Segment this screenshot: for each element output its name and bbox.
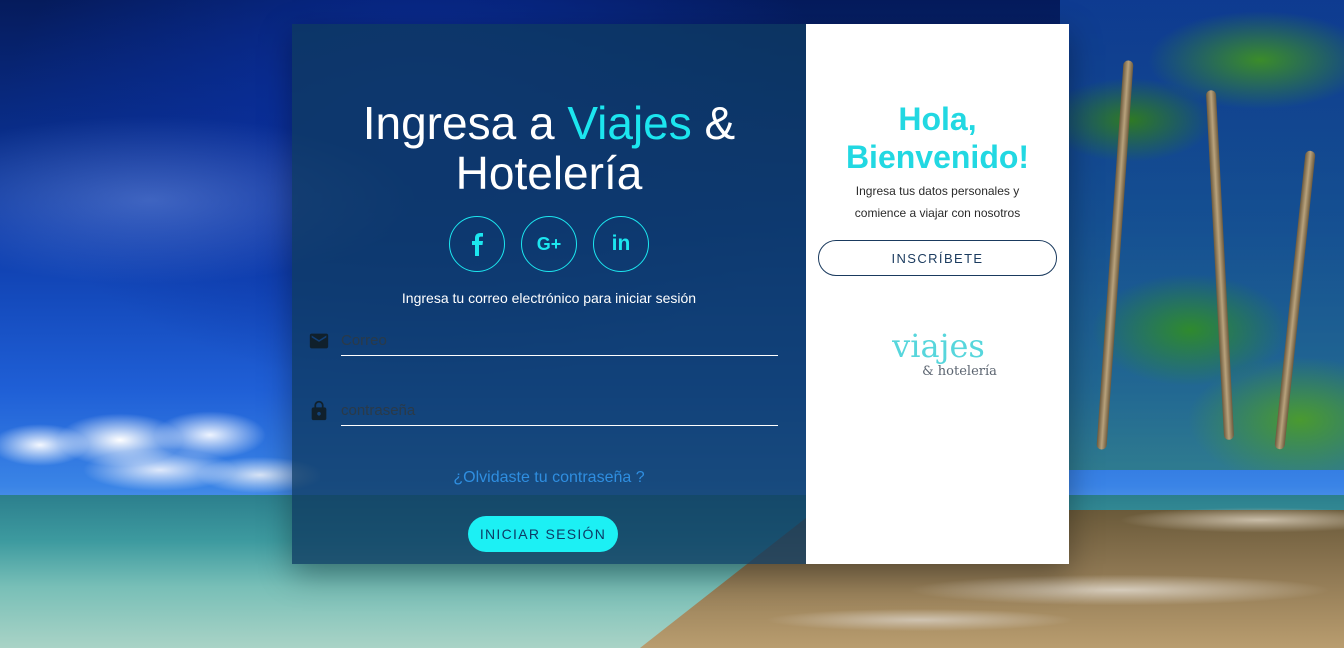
login-title: Ingresa a Viajes & Hotelería <box>292 98 806 198</box>
password-input[interactable] <box>341 396 778 426</box>
email-input[interactable] <box>341 326 778 356</box>
social-login-group: G+ in <box>292 216 806 272</box>
auth-card: Ingresa a Viajes & Hotelería G+ in Ingre… <box>292 24 1069 564</box>
mail-icon <box>309 333 329 349</box>
google-plus-icon: G+ <box>536 233 562 254</box>
login-subtitle: Ingresa tu correo electrónico para inici… <box>401 290 697 306</box>
brand-logo: viajes & hotelería <box>806 328 1069 380</box>
linkedin-icon: in <box>611 232 631 255</box>
welcome-title: Hola, Bienvenido! <box>845 101 1030 175</box>
login-panel: Ingresa a Viajes & Hotelería G+ in Ingre… <box>292 24 806 564</box>
linkedin-login-button[interactable]: in <box>593 216 649 272</box>
signup-button[interactable]: INSCRÍBETE <box>818 240 1057 276</box>
logo-main-text: viajes <box>892 327 985 365</box>
logo-sub-text: & hotelería <box>922 364 997 379</box>
welcome-subtitle: Ingresa tus datos personales y comience … <box>854 184 1021 220</box>
google-plus-login-button[interactable]: G+ <box>521 216 577 272</box>
lock-icon <box>311 400 327 421</box>
title-prefix: Ingresa a <box>362 97 568 149</box>
clouds <box>0 395 320 505</box>
password-field-group <box>308 396 778 426</box>
facebook-icon <box>472 233 483 256</box>
welcome-panel: Hola, Bienvenido! Ingresa tus datos pers… <box>806 24 1069 564</box>
login-button[interactable]: INICIAR SESIÓN <box>468 516 618 552</box>
facebook-login-button[interactable] <box>449 216 505 272</box>
forgot-password-link[interactable]: ¿Olvidaste tu contraseña ? <box>292 469 806 487</box>
email-field-group <box>308 326 778 356</box>
title-brand: Viajes <box>567 97 692 149</box>
